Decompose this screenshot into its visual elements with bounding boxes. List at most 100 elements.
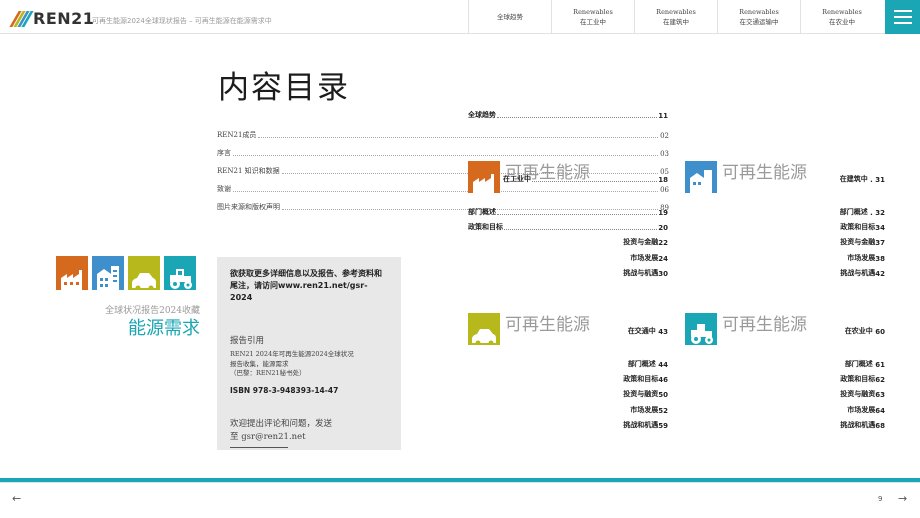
header-subtitle: 可再生能源2024全球现状报告 – 可再生能源在能源需求中: [92, 17, 272, 25]
toc-page: 02: [660, 132, 669, 140]
toc-page: 18: [658, 176, 668, 184]
toc-link[interactable]: 序言 03: [217, 140, 669, 158]
toc-agriculture-heading[interactable]: 在农业中 60: [785, 326, 885, 336]
toc-label: 在农业中: [844, 327, 873, 335]
toc-page: 38: [875, 255, 885, 263]
nav-buildings[interactable]: Renewables 在建筑中: [634, 0, 717, 34]
tractor-icon: [685, 313, 717, 345]
toc-link[interactable]: 政策和目标 34: [785, 222, 885, 232]
info-more-details: 欲获取更多详细信息以及报告、参考资料和尾注，请访问www.ren21.net/g…: [230, 269, 382, 302]
toc-page: 63: [875, 391, 885, 399]
toc-transport-heading[interactable]: 在交通中 43: [568, 326, 668, 336]
collection-title: 能源需求: [128, 318, 200, 339]
toc-label: 投资与融资: [840, 390, 876, 398]
toc-leader: [258, 137, 659, 138]
toc-buildings-heading[interactable]: 在建筑中 . 31: [785, 174, 885, 184]
buildings-icon: [685, 161, 717, 193]
toc-label: 市场发展: [847, 406, 876, 414]
toc-link[interactable]: 市场发展 52: [568, 405, 668, 415]
toc-label: 部门概述: [627, 360, 656, 368]
toc-link[interactable]: 挑战与机遇 30: [568, 268, 668, 278]
buildings-icon: [92, 256, 124, 290]
toc-label: 挑战和机遇: [623, 421, 659, 429]
toc-page: 52: [658, 407, 668, 415]
hamburger-icon: [893, 10, 912, 12]
nav-industry[interactable]: Renewables 在工业中: [551, 0, 634, 34]
citation-heading: 报告引用: [230, 336, 265, 346]
contact-underline: [230, 446, 288, 448]
toc-page: 42: [875, 270, 885, 278]
toc-page: 31: [875, 176, 885, 184]
next-page-arrow-icon[interactable]: →: [898, 492, 907, 505]
toc-link[interactable]: 投资与融资 63: [785, 389, 885, 399]
toc-link[interactable]: 部门概述 19: [468, 207, 668, 217]
toc-label: 部门概述: [468, 208, 496, 216]
toc-link[interactable]: 挑战与机遇 42: [785, 268, 885, 278]
toc-label: 部门概述: [844, 360, 873, 368]
contact-line: 欢迎提出评论和问题，发送: [230, 418, 333, 429]
toc-page: 24: [658, 255, 668, 263]
nav-transport-zh: 在交通运输中: [739, 18, 779, 26]
citation-line: 报告收集，能源需求: [230, 359, 289, 368]
toc-link[interactable]: 投资与金融 22: [568, 237, 668, 247]
car-icon: [468, 313, 500, 345]
top-nav: 全球趋势 Renewables 在工业中 Renewables 在建筑中 Ren…: [468, 0, 883, 34]
toc-link[interactable]: 挑战和机遇 68: [785, 420, 885, 430]
toc-link[interactable]: 政策和目标 62: [785, 374, 885, 384]
toc-page: 32: [875, 209, 885, 217]
toc-label: 在工业中: [503, 175, 531, 183]
toc-label: 图片来源和版权声明: [217, 203, 280, 211]
toc-link[interactable]: 政策和目标 46: [568, 374, 668, 384]
contact-text: 欢迎提出评论和问题，发送 至 gsr@ren21.net: [230, 418, 388, 444]
toc-link[interactable]: 投资与融资 50: [568, 389, 668, 399]
toc-global-trends[interactable]: 全球趋势 11: [468, 110, 668, 120]
nav-global-trends[interactable]: 全球趋势: [468, 0, 551, 34]
toc-page: 44: [658, 361, 668, 369]
toc-page: 34: [875, 224, 885, 232]
toc-label: 致谢: [217, 185, 231, 193]
toc-page: 61: [875, 361, 885, 369]
hamburger-menu-button[interactable]: [885, 0, 920, 34]
toc-page: 37: [875, 239, 885, 247]
toc-page: 19: [658, 209, 668, 217]
toc-link[interactable]: 挑战和机遇 59: [568, 420, 668, 430]
toc-label: REN21成员: [217, 131, 257, 139]
front-matter-toc: REN21成员 02 序言 03 REN21 知识和数据 05 致谢 06 图片来源和版…: [217, 122, 669, 212]
nav-industry-en: Renewables: [573, 8, 613, 16]
footer-accent-line: [0, 482, 920, 483]
toc-label: 投资与融资: [623, 390, 659, 398]
toc-link[interactable]: 市场发展 24: [568, 253, 668, 263]
toc-page: 22: [658, 239, 668, 247]
toc-label: 政策和目标: [840, 223, 876, 231]
toc-link[interactable]: 部门概述 44: [568, 359, 668, 369]
toc-label: 在交通中: [627, 327, 656, 335]
toc-label: 市场发展: [630, 406, 659, 414]
toc-page: 43: [658, 328, 668, 336]
nav-industry-zh: 在工业中: [580, 18, 606, 26]
toc-label: 在建筑中: [839, 175, 868, 183]
toc-leader: [233, 155, 659, 156]
toc-link[interactable]: 投资与金融 37: [785, 237, 885, 247]
toc-link[interactable]: 政策和目标 20: [468, 222, 668, 232]
toc-page: 59: [658, 422, 668, 430]
toc-label: 全球趋势: [468, 111, 496, 119]
toc-industry-heading[interactable]: 在工业中 18: [503, 174, 668, 184]
toc-link[interactable]: 市场发展 64: [785, 405, 885, 415]
isbn: ISBN 978-3-948393-14-47: [230, 385, 339, 395]
nav-transport[interactable]: Renewables 在交通运输中: [717, 0, 800, 34]
toc-page: 50: [658, 391, 668, 399]
toc-page: 03: [660, 150, 669, 158]
toc-label: 政策和目标: [840, 375, 876, 383]
contact-email-link[interactable]: 至 gsr@ren21.net: [230, 431, 388, 444]
factory-icon: [56, 256, 88, 290]
hamburger-icon-line: [893, 22, 912, 24]
ren21-logo[interactable]: REN21: [9, 9, 94, 28]
toc-page: 64: [875, 407, 885, 415]
toc-link[interactable]: REN21成员 02: [217, 122, 669, 140]
nav-agriculture[interactable]: Renewables 在农业中: [800, 0, 883, 34]
toc-label: 挑战与机遇: [840, 269, 876, 277]
toc-link[interactable]: 部门概述 61: [785, 359, 885, 369]
prev-page-arrow-icon[interactable]: ←: [12, 492, 21, 505]
toc-link[interactable]: 部门概述 . 32: [785, 207, 885, 217]
toc-link[interactable]: 市场发展 38: [785, 253, 885, 263]
